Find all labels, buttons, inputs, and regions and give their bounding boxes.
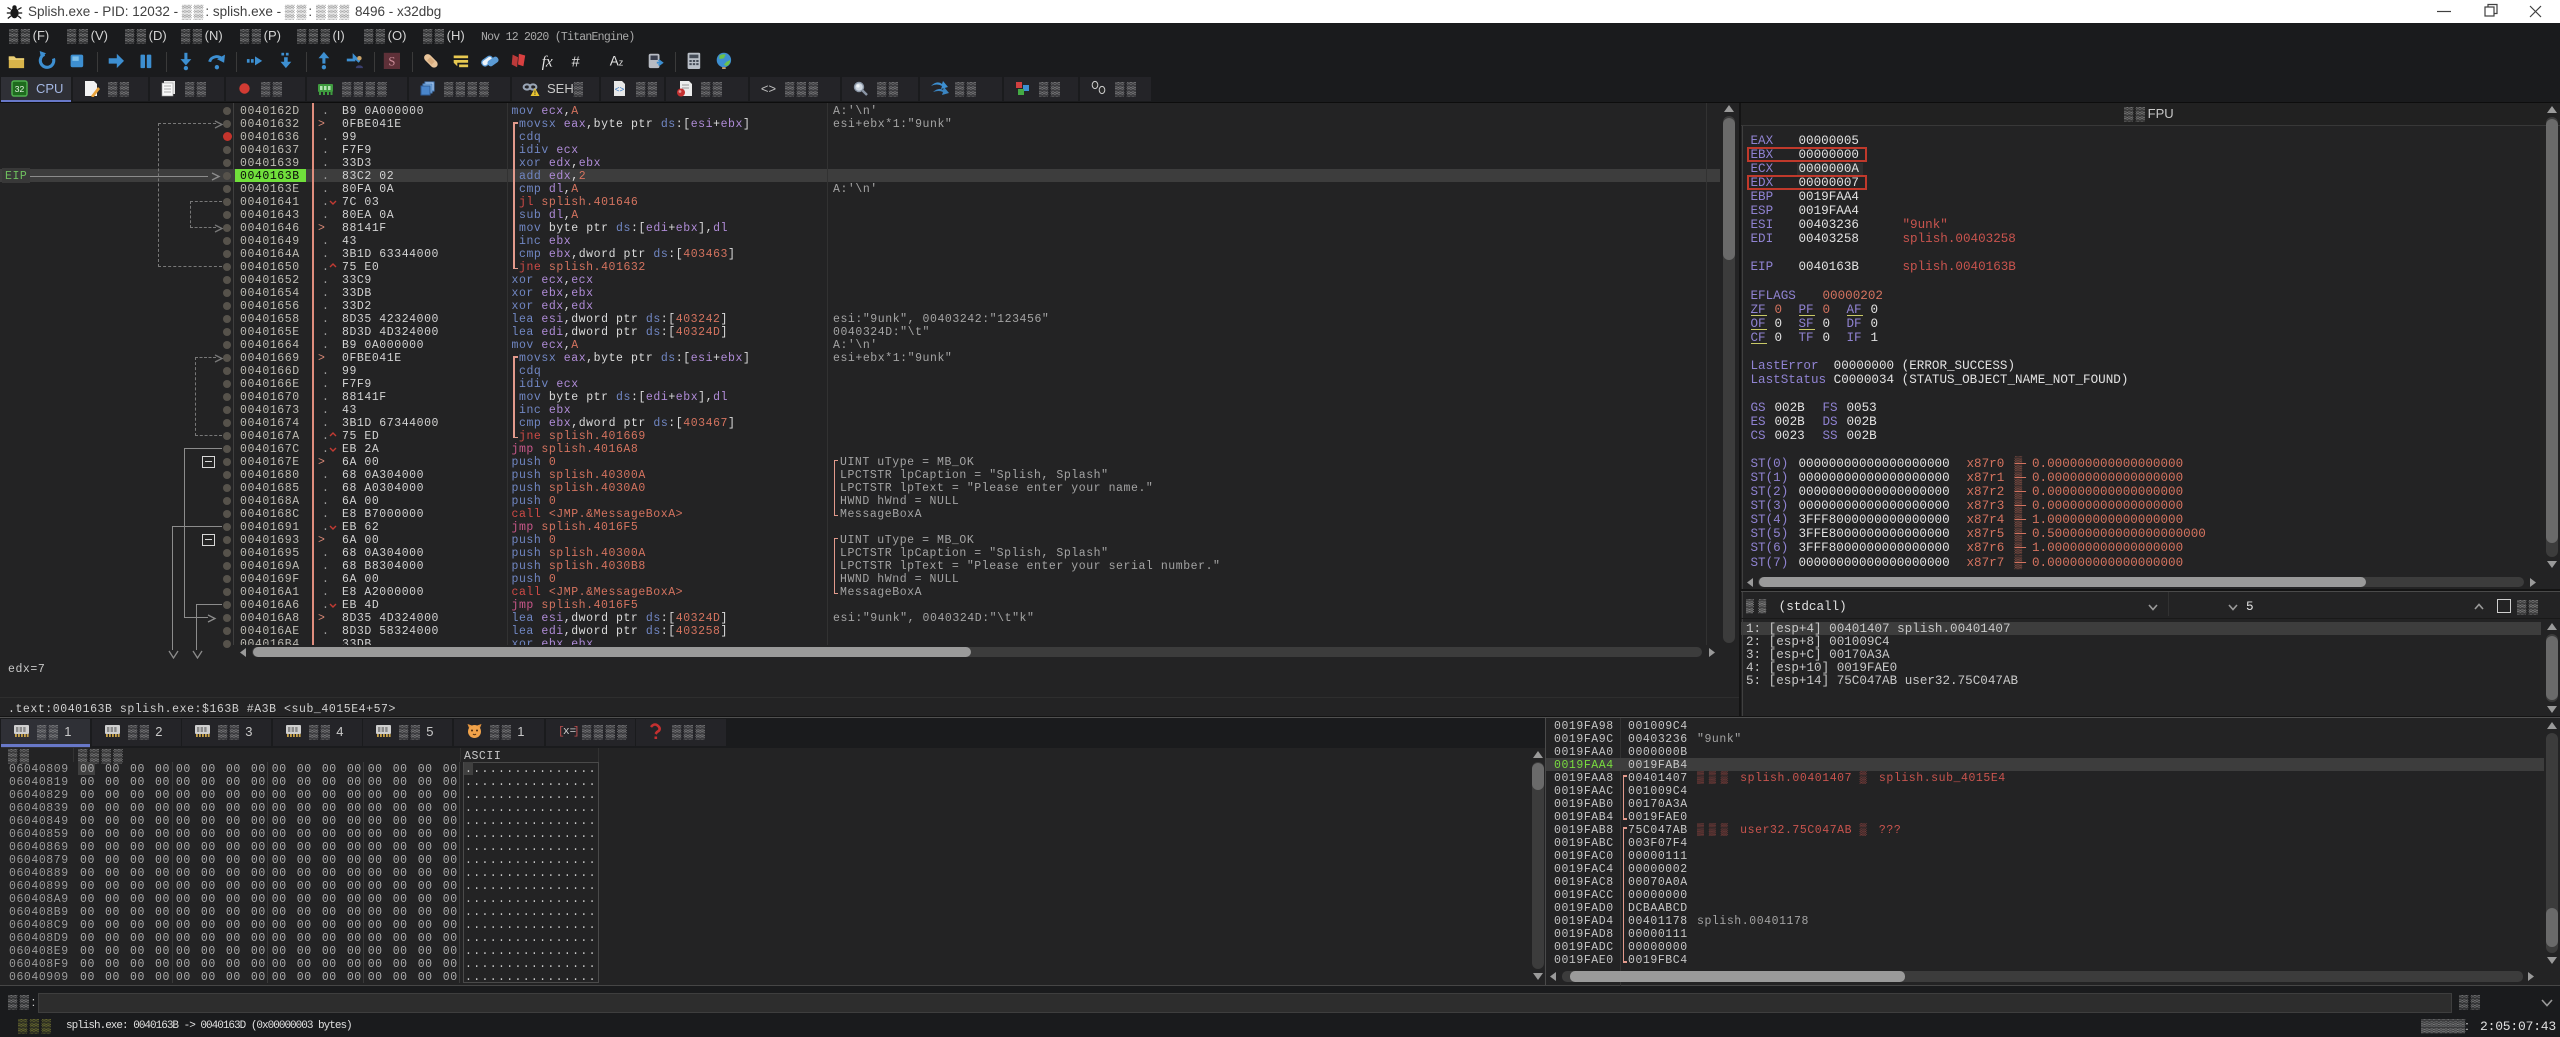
svg-text:<>: <> (761, 81, 776, 96)
svg-text:]: ] (573, 726, 578, 737)
svg-text:fx: fx (542, 53, 553, 70)
svg-text:z: z (619, 57, 624, 67)
svg-text:32: 32 (15, 84, 25, 94)
svg-text:#: # (572, 54, 580, 70)
svg-text:A: A (610, 53, 619, 68)
svg-text:!: ! (534, 90, 536, 97)
svg-text:<>: <> (615, 86, 625, 95)
svg-text:S: S (388, 54, 395, 68)
